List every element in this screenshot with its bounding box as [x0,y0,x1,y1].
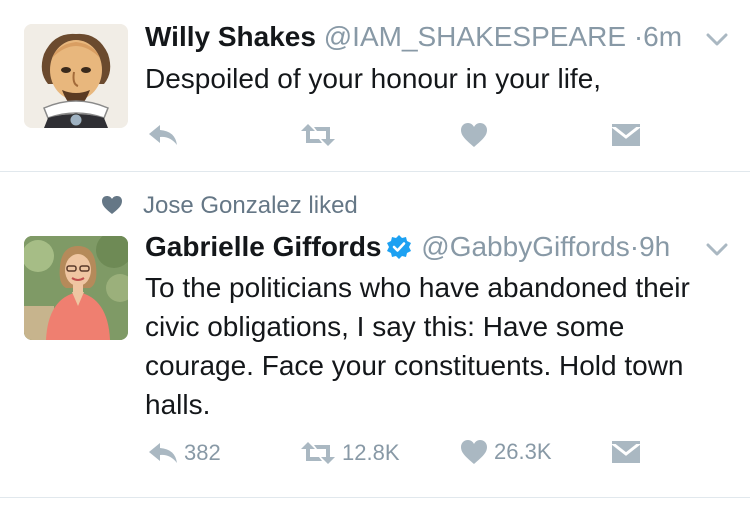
tweet-text: To the politicians who have abandoned th… [145,272,690,420]
timestamp[interactable]: 9h [639,231,670,262]
verified-badge-icon [386,235,411,259]
gabrielle-giffords-photo-avatar [24,236,128,340]
retweet-count: 12.8K [342,440,400,465]
author-handle[interactable]: @GabbyGiffords [421,231,629,262]
reply-icon [149,443,177,463]
chevron-down-icon[interactable] [706,242,728,258]
divider [0,497,750,498]
like-icon [461,440,487,464]
like-button[interactable]: 26.3K [460,439,552,465]
like-count: 26.3K [494,439,552,464]
retweet-icon [301,442,335,464]
retweet-button[interactable]: 12.8K [300,440,400,466]
tweet-header: Gabrielle Giffords @GabbyGiffords·9h [145,230,670,264]
avatar[interactable] [24,236,128,340]
direct-message-button[interactable] [612,441,640,463]
author-name[interactable]: Gabrielle Giffords [145,231,382,262]
tweet[interactable]: Gabrielle Giffords @GabbyGiffords·9h To … [0,0,750,497]
separator-dot: · [629,231,640,262]
reply-count: 382 [184,440,221,465]
reply-button[interactable]: 382 [148,440,221,466]
direct-message-icon [612,441,640,463]
